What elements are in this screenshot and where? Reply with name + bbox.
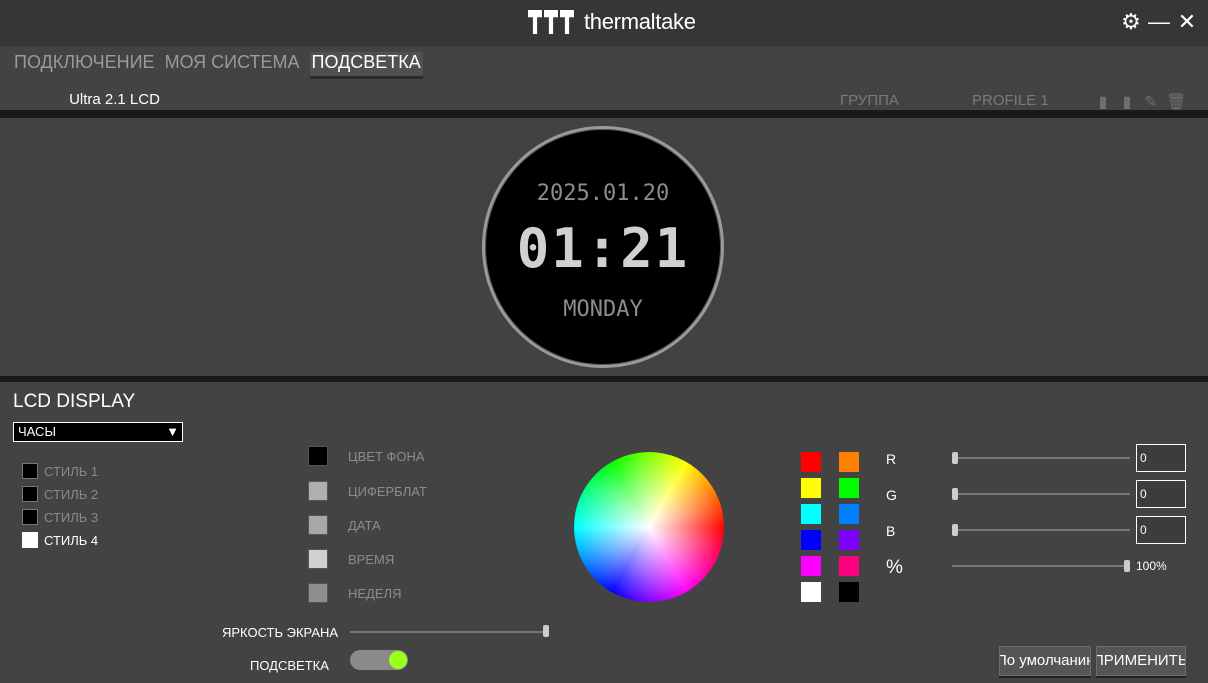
title-bar: thermaltake ⚙ — ✕ bbox=[0, 0, 1208, 46]
color-target-label: ЦИФЕРБЛАТ bbox=[348, 483, 427, 499]
percent-value: 100% bbox=[1136, 559, 1167, 573]
style-label: СТИЛЬ 2 bbox=[44, 486, 99, 502]
palette-swatch[interactable] bbox=[839, 504, 859, 524]
divider bbox=[0, 110, 1208, 118]
color-target-weekday[interactable]: НЕДЕЛЯ bbox=[308, 583, 401, 603]
lcd-day: MONDAY bbox=[563, 297, 643, 322]
color-target-label: ЦВЕТ ФОНА bbox=[348, 448, 425, 464]
style-label: СТИЛЬ 1 bbox=[44, 463, 99, 479]
palette-swatch[interactable] bbox=[801, 582, 821, 602]
trash-icon[interactable]: 🗑 bbox=[1166, 92, 1186, 112]
style-checkbox bbox=[22, 532, 38, 548]
apply-button[interactable]: ПРИМЕНИТЬ bbox=[1096, 646, 1186, 676]
b-value-input[interactable]: 0 bbox=[1136, 516, 1186, 544]
style-checkbox bbox=[22, 486, 38, 502]
palette-swatch[interactable] bbox=[839, 452, 859, 472]
tab-my-system[interactable]: МОЯ СИСТЕМА bbox=[165, 52, 300, 76]
lcd-time: 01:21 bbox=[516, 217, 690, 280]
thermaltake-logo: thermaltake bbox=[528, 9, 696, 35]
main-tabs: ПОДКЛЮЧЕНИЕ МОЯ СИСТЕМА ПОДСВЕТКА bbox=[14, 52, 423, 76]
b-slider-handle[interactable] bbox=[952, 524, 958, 536]
brightness-slider-handle[interactable] bbox=[543, 625, 549, 637]
tab-lighting[interactable]: ПОДСВЕТКА bbox=[309, 52, 423, 76]
percent-label: % bbox=[886, 557, 903, 578]
copy-icon[interactable]: ▮ bbox=[1118, 92, 1136, 112]
style-checkbox bbox=[22, 463, 38, 479]
color-swatch bbox=[308, 515, 328, 535]
palette-swatch[interactable] bbox=[839, 478, 859, 498]
section-title: LCD DISPLAY bbox=[13, 391, 136, 412]
g-value-input[interactable]: 0 bbox=[1136, 480, 1186, 508]
brightness-label: ЯРКОСТЬ ЭКРАНА bbox=[222, 625, 339, 640]
toggle-knob bbox=[389, 651, 407, 669]
dropdown-arrow-icon: ▼ bbox=[166, 424, 179, 439]
b-slider-track[interactable] bbox=[952, 529, 1130, 531]
pencil-icon[interactable]: ✎ bbox=[1142, 92, 1160, 112]
window-controls: ⚙ — ✕ bbox=[1120, 10, 1198, 34]
close-icon[interactable]: ✕ bbox=[1176, 10, 1198, 34]
palette-swatch[interactable] bbox=[801, 556, 821, 576]
g-slider-handle[interactable] bbox=[952, 488, 958, 500]
color-target-dial[interactable]: ЦИФЕРБЛАТ bbox=[308, 481, 427, 501]
percent-slider-handle[interactable] bbox=[1124, 560, 1130, 572]
style-option-1[interactable]: СТИЛЬ 1 bbox=[22, 463, 98, 479]
style-option-4[interactable]: СТИЛЬ 4 bbox=[22, 532, 98, 548]
brightness-slider-track[interactable] bbox=[350, 631, 548, 633]
color-target-time[interactable]: ВРЕМЯ bbox=[308, 549, 394, 569]
tab-connection[interactable]: ПОДКЛЮЧЕНИЕ bbox=[14, 52, 155, 76]
color-swatch bbox=[308, 481, 328, 501]
style-option-3[interactable]: СТИЛЬ 3 bbox=[22, 509, 98, 525]
tt-logo-icon bbox=[528, 10, 574, 34]
percent-slider-track[interactable] bbox=[952, 565, 1130, 567]
palette-swatch[interactable] bbox=[801, 452, 821, 472]
r-slider-track[interactable] bbox=[952, 457, 1130, 459]
lighting-toggle[interactable] bbox=[350, 650, 408, 670]
lighting-label: ПОДСВЕТКА bbox=[250, 658, 329, 673]
color-target-label: НЕДЕЛЯ bbox=[348, 585, 402, 601]
style-checkbox bbox=[22, 509, 38, 525]
g-slider-track[interactable] bbox=[952, 493, 1130, 495]
color-swatch bbox=[308, 549, 328, 569]
palette-swatch[interactable] bbox=[801, 478, 821, 498]
palette-swatch[interactable] bbox=[839, 582, 859, 602]
palette-swatch[interactable] bbox=[801, 530, 821, 550]
color-target-date[interactable]: ДАТА bbox=[308, 515, 381, 535]
b-label: B bbox=[886, 523, 896, 539]
gear-icon[interactable]: ⚙ bbox=[1120, 10, 1142, 34]
palette-swatch[interactable] bbox=[839, 556, 859, 576]
g-label: G bbox=[886, 487, 897, 503]
style-label: СТИЛЬ 3 bbox=[44, 509, 99, 525]
color-wheel[interactable] bbox=[574, 452, 724, 602]
style-option-2[interactable]: СТИЛЬ 2 bbox=[22, 486, 98, 502]
palette-swatch[interactable] bbox=[839, 530, 859, 550]
divider bbox=[0, 376, 1208, 382]
profile-selector[interactable]: PROFILE 1 bbox=[972, 92, 1049, 109]
r-label: R bbox=[886, 451, 897, 467]
profile-tools: ▮ ▮ ✎ 🗑 bbox=[1094, 92, 1187, 112]
mode-dropdown[interactable]: ЧАСЫ ▼ bbox=[13, 422, 183, 442]
group-button[interactable]: ГРУППА bbox=[840, 92, 899, 109]
color-target-background[interactable]: ЦВЕТ ФОНА bbox=[308, 446, 425, 466]
lcd-date: 2025.01.20 bbox=[536, 181, 670, 206]
color-swatch bbox=[308, 446, 328, 466]
palette-swatch[interactable] bbox=[801, 504, 821, 524]
save-icon[interactable]: ▮ bbox=[1094, 92, 1112, 112]
r-value-input[interactable]: 0 bbox=[1136, 444, 1186, 472]
mode-selected-value: ЧАСЫ bbox=[18, 424, 56, 439]
color-swatch bbox=[308, 583, 328, 603]
r-slider-handle[interactable] bbox=[952, 452, 958, 464]
style-label: СТИЛЬ 4 bbox=[44, 532, 99, 548]
minimize-icon[interactable]: — bbox=[1148, 10, 1170, 34]
color-target-label: ВРЕМЯ bbox=[348, 551, 395, 567]
lcd-preview: 2025.01.20 01:21 MONDAY bbox=[482, 126, 724, 368]
color-target-label: ДАТА bbox=[348, 517, 381, 533]
default-button[interactable]: По умолчанию bbox=[999, 646, 1091, 676]
brand-name: thermaltake bbox=[584, 9, 696, 34]
